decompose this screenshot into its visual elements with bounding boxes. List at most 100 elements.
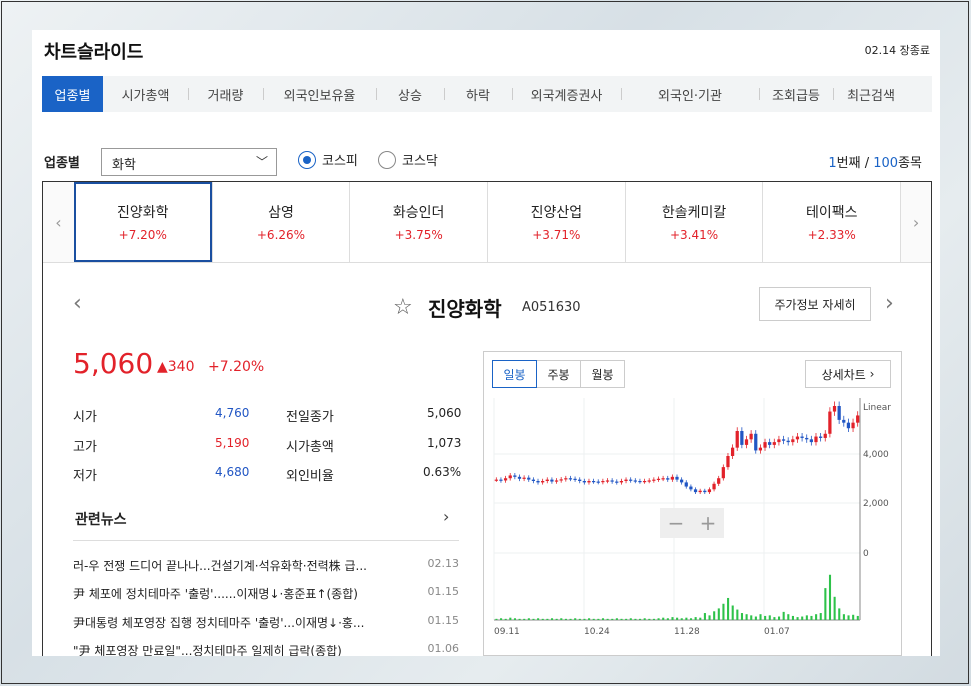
chart-slide-panel: 차트슬라이드 02.14 장종료 업종별 시가총액 거래량 외국인보유율 상승 … — [32, 30, 940, 656]
news-item[interactable]: 러-우 전쟁 드디어 끝나나...건설기계·석유화학·전력株 급... 02.1… — [73, 557, 459, 574]
carousel-next-button[interactable]: › — [900, 182, 931, 262]
tab-foreign-institution[interactable]: 외국인·기관 — [621, 76, 759, 112]
tab-sector[interactable]: 업종별 — [42, 76, 103, 112]
candle-body — [842, 419, 846, 423]
detail-chart-label: 상세차트 — [821, 367, 866, 382]
carousel-item[interactable]: 테이팩스 +2.33% — [762, 182, 900, 262]
candle-body — [800, 436, 804, 438]
sector-select-value: 화학 — [112, 158, 136, 173]
stock-name: 진양화학 — [428, 297, 502, 321]
candle-body — [545, 479, 549, 481]
news-item-date: 01.15 — [427, 585, 460, 598]
stock-detail-button[interactable]: 주가정보 자세히 — [759, 287, 871, 321]
tab-fall[interactable]: 하락 — [444, 76, 512, 112]
chevron-down-icon: ﹀ — [255, 155, 268, 169]
volume-bar — [560, 618, 563, 620]
candle-body — [494, 479, 498, 481]
detail-chart-button[interactable]: 상세차트 › — [805, 360, 891, 388]
tab-market-cap[interactable]: 시가총액 — [103, 76, 188, 112]
candle-body — [582, 481, 586, 483]
stat-market-cap: 1,073 — [427, 436, 462, 450]
news-more-icon[interactable]: › — [443, 507, 449, 526]
news-item-title: 러-우 전쟁 드디어 끝나나...건설기계·석유화학·전력株 급... — [73, 559, 367, 573]
news-item-title: 尹대통령 체포영장 집행 정치테마주 '출렁'...이재명↓·홍... — [73, 616, 365, 630]
stat-label: 고가 — [73, 440, 97, 455]
volume-bar — [606, 618, 609, 620]
stat-label: 시가총액 — [286, 440, 334, 455]
star-icon[interactable]: ☆ — [393, 295, 413, 320]
tab-rise[interactable]: 상승 — [376, 76, 444, 112]
y-tick-label: 4,000 — [863, 450, 889, 460]
news-item-date: 01.06 — [427, 642, 460, 655]
x-tick-label: 11.28 — [674, 627, 700, 637]
volume-bar — [787, 614, 790, 620]
carousel-item[interactable]: 화승인더 +3.75% — [349, 182, 487, 262]
volume-bar — [750, 615, 753, 620]
volume-bar — [819, 613, 822, 620]
carousel-item[interactable]: 진양산업 +3.71% — [487, 182, 625, 262]
carousel-item[interactable]: 진양화학 +7.20% — [73, 182, 212, 262]
tab-volume[interactable]: 거래량 — [188, 76, 263, 112]
counter-current: 1 — [828, 156, 837, 171]
volume-bar — [504, 618, 507, 620]
news-item[interactable]: 尹대통령 체포영장 집행 정치테마주 '출렁'...이재명↓·홍... 01.1… — [73, 614, 459, 631]
volume-bar — [856, 615, 859, 620]
news-item[interactable]: "尹 체포영장 만료일"...정치테마주 일제히 급락(종합) 01.06 — [73, 642, 459, 656]
y-tick-label: 2,000 — [863, 499, 889, 509]
news-item-title: 尹 체포에 정치테마주 '출렁'......이재명↓·홍준표↑(종합) — [73, 587, 358, 601]
candle-body — [837, 406, 841, 420]
sector-select[interactable]: 화학 ﹀ — [101, 148, 277, 176]
volume-bar — [601, 618, 605, 620]
volume-bar — [574, 618, 577, 620]
news-item[interactable]: 尹 체포에 정치테마주 '출렁'......이재명↓·홍준표↑(종합) 01.1… — [73, 585, 459, 602]
carousel-item-name: 삼영 — [268, 205, 294, 221]
candle-body — [795, 436, 800, 440]
volume-bar — [625, 618, 628, 620]
tab-weekly[interactable]: 주봉 — [536, 360, 581, 388]
tab-monthly[interactable]: 월봉 — [580, 360, 625, 388]
zoom-in-button[interactable]: + — [700, 511, 717, 535]
candle-body — [559, 479, 563, 481]
next-stock-icon[interactable]: › — [885, 291, 894, 316]
candle-body — [735, 431, 739, 448]
prev-stock-icon[interactable]: ‹ — [73, 291, 82, 316]
candle-body — [656, 478, 661, 480]
carousel-prev-button[interactable]: ‹ — [43, 182, 74, 262]
volume-bar — [666, 618, 669, 620]
tab-foreign-brokers[interactable]: 외국계증권사 — [512, 76, 621, 112]
candle-body — [791, 439, 795, 443]
tab-foreign-ownership[interactable]: 외국인보유율 — [263, 76, 376, 112]
tab-search-surge[interactable]: 조회급등 — [759, 76, 833, 112]
radio-kospi[interactable]: 코스피 — [298, 150, 358, 169]
zoom-out-button[interactable]: − — [668, 511, 685, 535]
volume-bar — [500, 618, 503, 620]
stat-label: 저가 — [73, 469, 97, 484]
volume-bar — [597, 618, 600, 620]
volume-bar — [513, 618, 517, 620]
volume-bar — [736, 609, 739, 620]
divider — [73, 540, 459, 541]
volume-bar — [527, 618, 530, 620]
candle-body — [693, 489, 698, 493]
candle-body — [777, 439, 781, 443]
stat-high: 5,190 — [215, 436, 250, 450]
chevron-right-icon: › — [869, 367, 875, 381]
price-change: ▲340 — [157, 359, 195, 375]
volume-bar — [708, 615, 711, 620]
volume-bar — [847, 615, 850, 620]
volume-bar — [634, 618, 637, 620]
carousel-item[interactable]: 삼영 +6.26% — [211, 182, 350, 262]
candle-body — [522, 477, 526, 479]
tab-daily[interactable]: 일봉 — [492, 360, 537, 388]
stat-foreign-ratio: 0.63% — [423, 465, 462, 479]
volume-bar — [801, 616, 804, 620]
volume-bar — [657, 618, 660, 620]
volume-bar — [639, 618, 642, 620]
volume-bar — [842, 614, 845, 620]
candle-body — [703, 490, 707, 493]
volume-bar — [815, 614, 818, 620]
volume-bar — [754, 616, 757, 620]
carousel-item[interactable]: 한솔케미칼 +3.41% — [624, 182, 763, 262]
tab-recent-search[interactable]: 최근검색 — [833, 76, 909, 112]
radio-kosdaq[interactable]: 코스닥 — [378, 150, 438, 169]
